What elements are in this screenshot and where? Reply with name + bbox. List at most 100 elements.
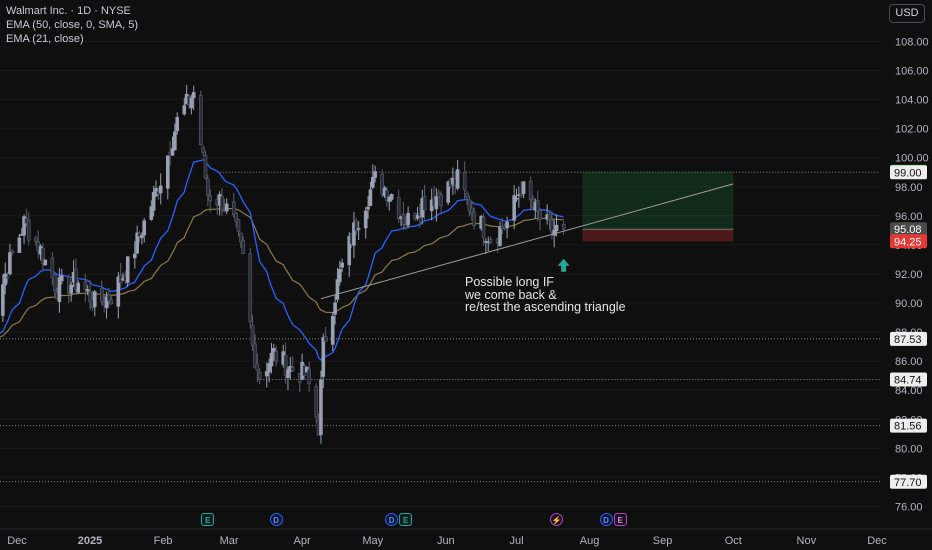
candle-body[interactable] [257, 371, 262, 380]
candle-body[interactable] [401, 214, 406, 225]
candle-body[interactable] [373, 171, 377, 178]
candle-body[interactable] [208, 195, 213, 202]
price-tick-label: 84.00 [895, 385, 923, 397]
candle-body[interactable] [236, 219, 241, 232]
candle-body[interactable] [547, 213, 552, 220]
dividend-event-icon[interactable]: D [269, 513, 283, 526]
candle-body[interactable] [182, 105, 187, 115]
candle-body[interactable] [406, 212, 410, 226]
candle-body[interactable] [133, 253, 137, 259]
ema21-line[interactable] [0, 159, 564, 361]
candle-body[interactable] [538, 210, 542, 220]
candle-body[interactable] [248, 253, 253, 322]
stop-zone[interactable] [582, 229, 734, 242]
candle-body[interactable] [26, 219, 31, 241]
candle-body[interactable] [514, 197, 519, 200]
indicator-ema50-label[interactable]: EMA (50, close, 0, SMA, 5) [6, 19, 138, 31]
candle-body[interactable] [206, 178, 210, 196]
candle-body[interactable] [59, 275, 64, 282]
candle-body[interactable] [335, 279, 340, 300]
candle-body[interactable] [323, 335, 328, 343]
candle-body[interactable] [189, 97, 194, 109]
candle-body[interactable] [269, 352, 274, 367]
candle-body[interactable] [250, 324, 255, 346]
candle-body[interactable] [52, 274, 57, 291]
candle-body[interactable] [356, 228, 361, 230]
candle-body[interactable] [274, 351, 278, 362]
candle-body[interactable] [17, 237, 22, 253]
candle-body[interactable] [455, 169, 460, 189]
candle-body[interactable] [396, 196, 401, 220]
candle-body[interactable] [307, 368, 311, 385]
candle-body[interactable] [340, 262, 344, 268]
candle-body[interactable] [505, 221, 509, 229]
candle-body[interactable] [8, 252, 12, 275]
time-tick-label: Apr [294, 535, 311, 547]
candle-body[interactable] [554, 224, 559, 232]
candle-body[interactable] [224, 203, 229, 212]
candle-body[interactable] [472, 211, 476, 226]
candle-body[interactable] [43, 259, 48, 266]
candle-body[interactable] [528, 180, 533, 200]
candle-body[interactable] [203, 154, 208, 179]
candle-body[interactable] [5, 276, 10, 279]
candle-body[interactable] [370, 176, 375, 188]
candle-body[interactable] [165, 155, 170, 189]
candle-body[interactable] [100, 288, 104, 302]
indicator-ema21-label[interactable]: EMA (21, close) [6, 33, 84, 45]
candle-body[interactable] [142, 220, 147, 236]
candle-body[interactable] [83, 281, 88, 290]
candle-body[interactable] [366, 206, 370, 210]
candle-body[interactable] [434, 196, 439, 210]
price-tick-label: 100.00 [895, 153, 929, 165]
candle-body[interactable] [462, 171, 467, 191]
candle-body[interactable] [290, 366, 295, 372]
candle-body[interactable] [3, 273, 8, 286]
candle-body[interactable] [201, 146, 205, 153]
candle-body[interactable] [330, 315, 335, 345]
candle-body[interactable] [368, 189, 373, 206]
currency-button[interactable]: USD [889, 4, 925, 23]
candle-body[interactable] [321, 337, 326, 377]
candle-body[interactable] [220, 195, 224, 211]
earnings-event-icon[interactable]: E [613, 513, 627, 526]
candle-body[interactable] [140, 235, 144, 238]
candle-body[interactable] [422, 196, 427, 211]
candle-body[interactable] [158, 185, 163, 194]
candle-body[interactable] [69, 284, 73, 294]
candle-body[interactable] [319, 379, 323, 436]
candle-body[interactable] [191, 92, 196, 99]
candle-body[interactable] [173, 131, 177, 151]
candle-body[interactable] [175, 116, 180, 132]
candle-body[interactable] [333, 302, 337, 315]
price-tick-label: 108.00 [895, 37, 929, 49]
candle-body[interactable] [34, 237, 38, 242]
candle-body[interactable] [561, 224, 566, 230]
candle-body[interactable] [125, 256, 130, 283]
candle-body[interactable] [109, 299, 114, 305]
candle-body[interactable] [241, 240, 245, 254]
candle-body[interactable] [488, 238, 493, 243]
earnings-event-icon[interactable]: E [201, 513, 215, 526]
candle-body[interactable] [255, 363, 260, 371]
candle-body[interactable] [439, 194, 443, 206]
candle-body[interactable] [389, 194, 394, 200]
candle-body[interactable] [198, 95, 203, 145]
candle-body[interactable] [92, 291, 97, 308]
candle-body[interactable] [85, 289, 90, 292]
candle-body[interactable] [76, 282, 81, 293]
price-tick-label: 86.00 [895, 356, 923, 368]
candle-body[interactable] [1, 284, 5, 316]
candle-body[interactable] [521, 181, 526, 195]
candle-body[interactable] [10, 250, 15, 254]
candle-body[interactable] [481, 216, 486, 239]
split-event-icon[interactable]: ⚡ [550, 513, 564, 526]
candle-body[interactable] [498, 226, 502, 246]
candle-body[interactable] [337, 269, 342, 283]
target-zone[interactable] [582, 171, 734, 230]
candle-body[interactable] [363, 210, 368, 229]
earnings-event-icon[interactable]: E [399, 513, 413, 526]
candle-body[interactable] [465, 193, 469, 198]
candle-body[interactable] [314, 386, 319, 418]
dividend-event-icon[interactable]: D [599, 513, 613, 526]
